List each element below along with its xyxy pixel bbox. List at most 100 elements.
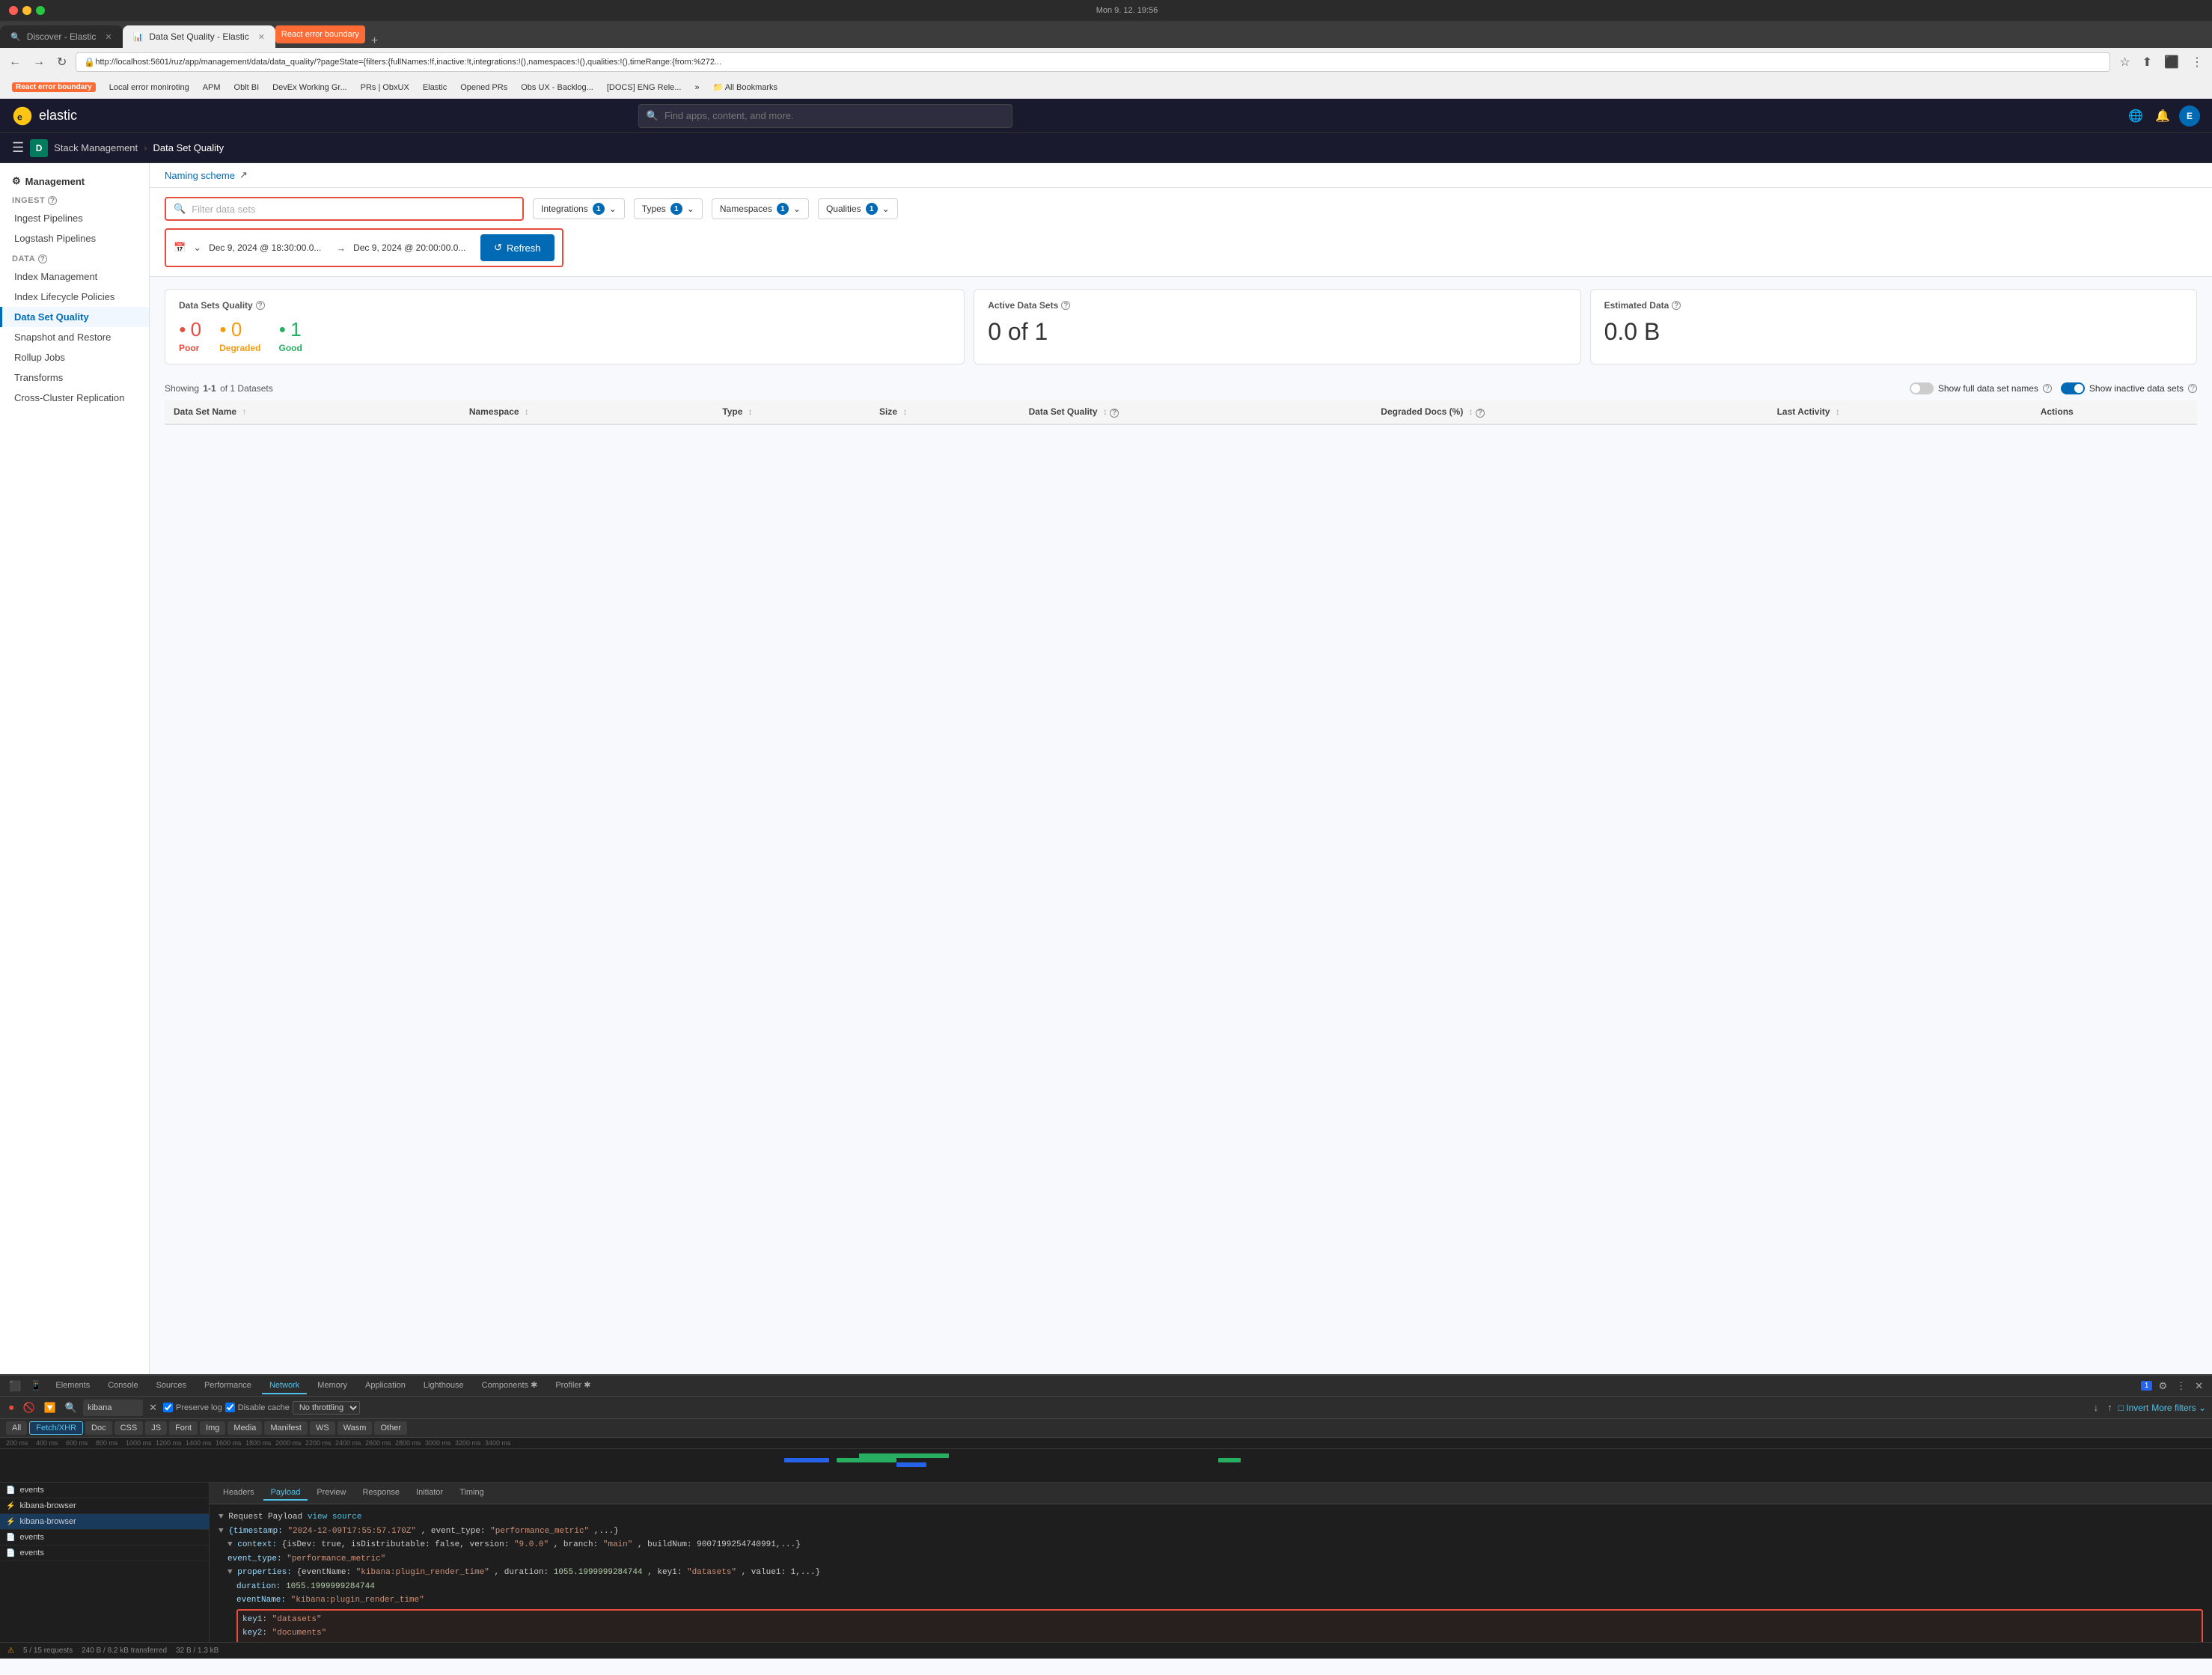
tag-ws[interactable]: WS xyxy=(310,1421,335,1435)
tag-manifest[interactable]: Manifest xyxy=(264,1421,308,1435)
bookmark-devex[interactable]: DevEx Working Gr... xyxy=(266,82,352,94)
bookmark-docs-eng[interactable]: [DOCS] ENG Rele... xyxy=(601,82,688,94)
devtools-responsive-button[interactable]: 📱 xyxy=(27,1379,45,1394)
devtools-filter-input[interactable] xyxy=(83,1400,143,1416)
devtools-search-button[interactable]: 🔍 xyxy=(62,1400,80,1415)
data-help-icon[interactable]: ? xyxy=(38,254,47,263)
active-help-icon[interactable]: ? xyxy=(1061,301,1070,310)
bookmark-prs[interactable]: PRs | ObxUX xyxy=(355,82,415,94)
devtools-tab-performance[interactable]: Performance xyxy=(197,1378,259,1394)
detail-tab-initiator[interactable]: Initiator xyxy=(409,1486,450,1501)
reload-button[interactable]: ↻ xyxy=(54,52,70,73)
col-type[interactable]: Type ↕ xyxy=(713,400,870,424)
tag-css[interactable]: CSS xyxy=(114,1421,144,1435)
devtools-export-button[interactable]: ↑ xyxy=(2104,1400,2115,1415)
quality-col-help[interactable]: ? xyxy=(1110,409,1119,418)
global-search[interactable]: 🔍 Find apps, content, and more. xyxy=(638,104,1012,128)
col-size[interactable]: Size ↕ xyxy=(870,400,1020,424)
user-avatar[interactable]: E xyxy=(2179,106,2200,126)
inactive-toggle[interactable] xyxy=(2061,382,2085,394)
detail-tab-response[interactable]: Response xyxy=(355,1486,407,1501)
tab-close-discover[interactable]: ✕ xyxy=(105,32,111,42)
degraded-col-help[interactable]: ? xyxy=(1476,409,1485,418)
date-from-input[interactable] xyxy=(209,242,329,253)
tag-other[interactable]: Other xyxy=(374,1421,407,1435)
col-last-activity[interactable]: Last Activity ↕ xyxy=(1768,400,2032,424)
devtools-settings-button[interactable]: ⚙ xyxy=(2155,1379,2170,1394)
view-source-link[interactable]: view source xyxy=(308,1513,362,1522)
bookmark-local-error[interactable]: Local error moniroting xyxy=(103,82,195,94)
request-events-3[interactable]: 📄 events xyxy=(0,1546,209,1561)
devtools-import-button[interactable]: ↓ xyxy=(2091,1400,2102,1415)
maximize-button[interactable] xyxy=(36,6,45,15)
tag-font[interactable]: Font xyxy=(169,1421,198,1435)
detail-tab-payload[interactable]: Payload xyxy=(263,1486,308,1501)
detail-tab-timing[interactable]: Timing xyxy=(452,1486,492,1501)
properties-expand[interactable]: ▼ xyxy=(227,1568,233,1577)
tag-all[interactable]: All xyxy=(6,1421,27,1435)
bookmark-elastic[interactable]: Elastic xyxy=(417,82,453,94)
context-expand[interactable]: ▼ xyxy=(227,1540,233,1549)
devtools-tab-sources[interactable]: Sources xyxy=(149,1378,194,1394)
bookmark-oblt-bi[interactable]: Oblt BI xyxy=(228,82,266,94)
tag-img[interactable]: Img xyxy=(200,1421,225,1435)
sidebar-item-ingest-pipelines[interactable]: Ingest Pipelines xyxy=(0,208,149,228)
devtools-tab-memory[interactable]: Memory xyxy=(310,1378,355,1394)
sidebar-toggle-button[interactable]: ☰ xyxy=(12,140,24,156)
minimize-button[interactable] xyxy=(22,6,31,15)
sidebar-item-index-lifecycle[interactable]: Index Lifecycle Policies xyxy=(0,287,149,307)
date-to-input[interactable] xyxy=(353,242,473,253)
ingest-help-icon[interactable]: ? xyxy=(48,196,57,205)
estimated-help-icon[interactable]: ? xyxy=(1672,301,1681,310)
devtools-tab-lighthouse[interactable]: Lighthouse xyxy=(416,1378,471,1394)
integrations-dropdown[interactable]: Integrations 1 ⌄ xyxy=(533,198,625,219)
quality-help-icon[interactable]: ? xyxy=(256,301,265,310)
new-tab-button[interactable]: + xyxy=(365,34,384,48)
sidebar-item-dataset-quality[interactable]: Data Set Quality xyxy=(0,307,149,327)
tab-discover[interactable]: 🔍 Discover - Elastic ✕ xyxy=(0,25,123,48)
sidebar-item-snapshot-restore[interactable]: Snapshot and Restore xyxy=(0,327,149,347)
request-kibana-browser-1[interactable]: ⚡ kibana-browser xyxy=(0,1498,209,1514)
close-button[interactable] xyxy=(9,6,18,15)
sidebar-item-rollup-jobs[interactable]: Rollup Jobs xyxy=(0,347,149,367)
tab-dataset-quality[interactable]: 📊 Data Set Quality - Elastic ✕ xyxy=(123,25,275,48)
bookmark-all[interactable]: 📁 All Bookmarks xyxy=(707,81,783,94)
bookmark-obs-ux[interactable]: Obs UX - Backlog... xyxy=(515,82,599,94)
notifications-button[interactable]: 🔔 xyxy=(2152,106,2173,126)
sidebar-item-index-management[interactable]: Index Management xyxy=(0,266,149,287)
tab-error-boundary[interactable]: React error boundary xyxy=(275,25,365,43)
bookmark-opened-prs[interactable]: Opened PRs xyxy=(454,82,513,94)
devtools-record-button[interactable]: ⏺ xyxy=(6,1400,17,1415)
full-names-toggle[interactable] xyxy=(1910,382,1934,394)
detail-tab-headers[interactable]: Headers xyxy=(216,1486,262,1501)
devtools-clear-filter-button[interactable]: ✕ xyxy=(146,1400,160,1415)
devtools-clear-button[interactable]: 🚫 xyxy=(20,1400,38,1415)
sidebar-item-transforms[interactable]: Transforms xyxy=(0,367,149,388)
sidebar-item-cross-cluster[interactable]: Cross-Cluster Replication xyxy=(0,388,149,408)
extensions-button[interactable]: ⬛ xyxy=(2161,52,2182,73)
devtools-tab-console[interactable]: Console xyxy=(100,1378,145,1394)
tag-media[interactable]: Media xyxy=(227,1421,262,1435)
devtools-close-button[interactable]: ✕ xyxy=(2192,1379,2206,1394)
refresh-button[interactable]: ↺ Refresh xyxy=(480,234,554,261)
payload-expand-icon[interactable]: ▼ xyxy=(219,1513,224,1522)
naming-scheme-link[interactable]: Naming scheme xyxy=(165,170,235,181)
sidebar-item-logstash-pipelines[interactable]: Logstash Pipelines xyxy=(0,228,149,248)
date-chevron[interactable]: ⌄ xyxy=(193,242,201,254)
col-degraded[interactable]: Degraded Docs (%) ↕ ? xyxy=(1372,400,1768,424)
types-dropdown[interactable]: Types 1 ⌄ xyxy=(634,198,703,219)
back-button[interactable]: ← xyxy=(6,52,24,72)
devtools-more-button[interactable]: ⋮ xyxy=(2173,1379,2189,1394)
devtools-inspect-button[interactable]: ⬛ xyxy=(6,1379,24,1394)
bookmark-apm[interactable]: APM xyxy=(197,82,227,94)
bookmark-button[interactable]: ☆ xyxy=(2116,52,2133,73)
globe-icon-button[interactable]: 🌐 xyxy=(2125,106,2146,126)
breadcrumb-stack-management[interactable]: Stack Management xyxy=(54,142,138,153)
detail-tab-preview[interactable]: Preview xyxy=(309,1486,353,1501)
devtools-tab-components[interactable]: Components ✱ xyxy=(474,1377,546,1394)
devtools-tab-elements[interactable]: Elements xyxy=(48,1378,97,1394)
bookmark-error-boundary[interactable]: React error boundary xyxy=(6,81,102,94)
disable-cache-checkbox[interactable] xyxy=(225,1403,235,1412)
devtools-tab-profiler[interactable]: Profiler ✱ xyxy=(548,1377,598,1394)
tab-close-dataset[interactable]: ✕ xyxy=(258,32,265,42)
